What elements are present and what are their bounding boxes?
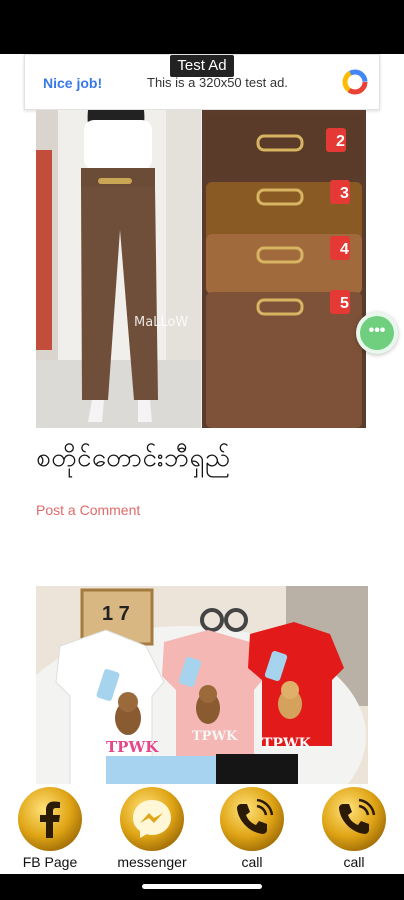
pants-illustration: MaLLoW 2 3 4 5 bbox=[36, 110, 366, 428]
shirt-print-1: TPWK bbox=[106, 738, 159, 756]
screen: Nice job! This is a 320x50 test ad. Test… bbox=[0, 0, 404, 900]
tshirts-illustration: 1 7 TPWK TPWK TPWK bbox=[36, 586, 368, 786]
ad-tag: Test Ad bbox=[170, 55, 234, 77]
fb-page-button[interactable]: FB Page bbox=[0, 784, 100, 874]
post-title[interactable]: စတိုင်တောင်းဘီရှည် bbox=[36, 440, 231, 479]
ad-nice-text: Nice job! bbox=[43, 75, 103, 91]
badge-4: 4 bbox=[340, 241, 349, 258]
ad-description: This is a 320x50 test ad. bbox=[147, 75, 288, 90]
system-nav-bar bbox=[0, 874, 404, 900]
phone-icon bbox=[220, 787, 284, 851]
phone-icon bbox=[322, 787, 386, 851]
shirt-print-2: TPWK bbox=[192, 729, 238, 744]
product-image-tshirts[interactable]: 1 7 TPWK TPWK TPWK bbox=[36, 586, 368, 786]
call-label-1: call bbox=[241, 854, 263, 870]
calendar-text: 1 7 bbox=[102, 603, 130, 625]
post-comment-link[interactable]: Post a Comment bbox=[36, 502, 140, 518]
shirt-print-3: TPWK bbox=[262, 736, 312, 752]
bottom-action-bar: FB Page messenger call call bbox=[0, 784, 404, 874]
messenger-icon bbox=[120, 787, 184, 851]
ad-logo-icon bbox=[342, 69, 368, 95]
status-bar bbox=[0, 0, 404, 54]
badge-2: 2 bbox=[336, 133, 345, 150]
home-gesture-handle[interactable] bbox=[142, 884, 262, 889]
call-button-2[interactable]: call bbox=[304, 784, 404, 874]
floating-more-button[interactable]: ••• bbox=[356, 312, 398, 354]
product-image-pants[interactable]: MaLLoW 2 3 4 5 bbox=[36, 110, 366, 428]
call-button-1[interactable]: call bbox=[202, 784, 302, 874]
call-label-2: call bbox=[343, 854, 365, 870]
watermark-text: MaLLoW bbox=[134, 315, 188, 330]
messenger-button[interactable]: messenger bbox=[102, 784, 202, 874]
badge-3: 3 bbox=[340, 185, 349, 202]
messenger-label: messenger bbox=[117, 854, 187, 870]
facebook-icon bbox=[18, 787, 82, 851]
fb-page-label: FB Page bbox=[22, 854, 78, 870]
badge-5: 5 bbox=[340, 295, 349, 312]
